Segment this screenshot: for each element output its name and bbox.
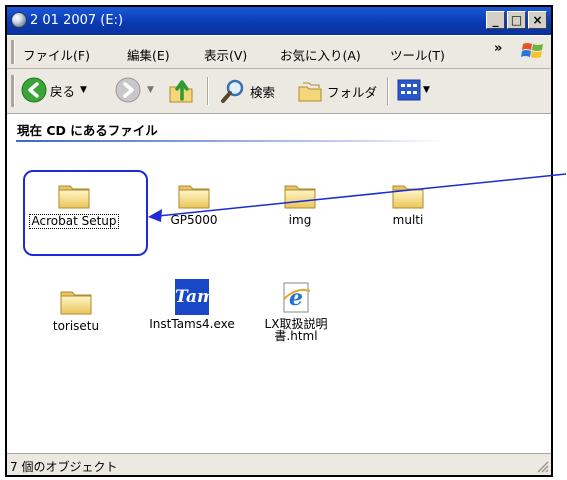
annotation-arrow — [148, 173, 567, 222]
